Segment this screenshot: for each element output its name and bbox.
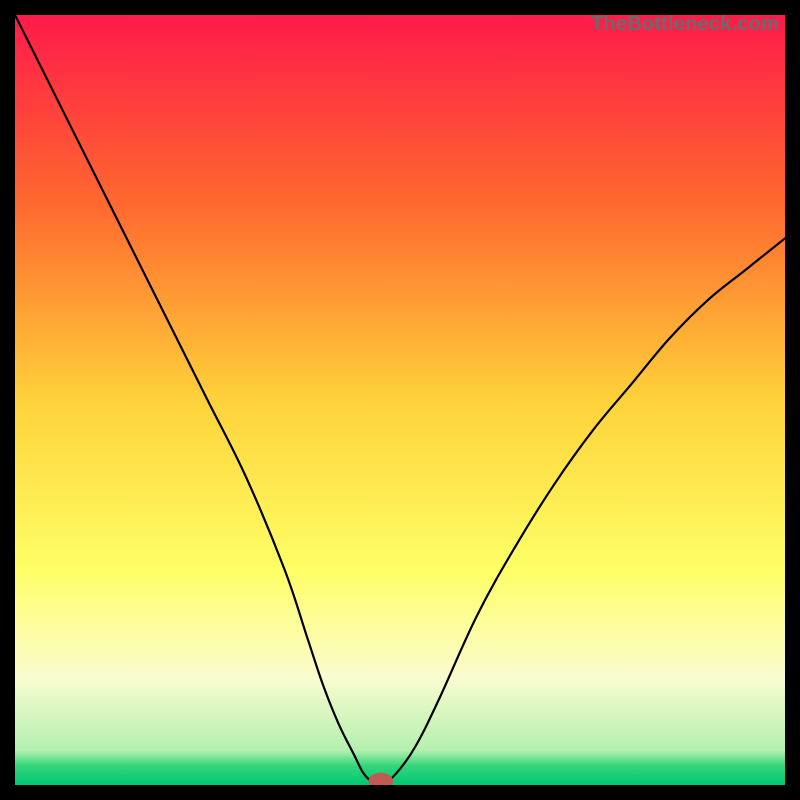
bottleneck-chart xyxy=(15,15,785,785)
watermark-text: TheBottleneck.com xyxy=(591,13,779,36)
gradient-background xyxy=(15,15,785,785)
chart-frame: TheBottleneck.com xyxy=(15,15,785,785)
